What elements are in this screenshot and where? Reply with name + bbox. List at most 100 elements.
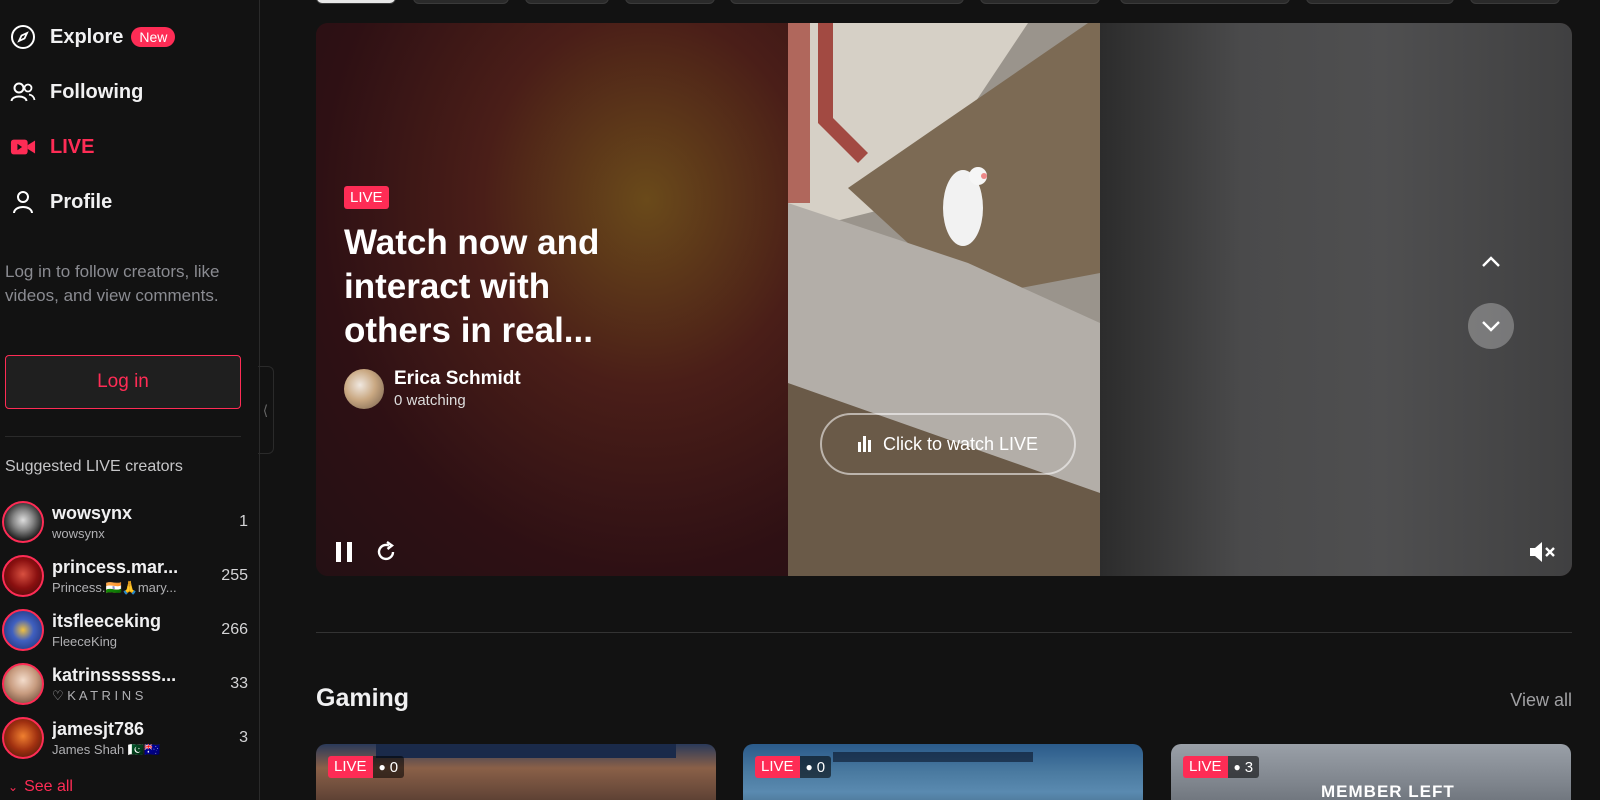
chevron-down-icon: ⌄: [8, 780, 19, 794]
category-chip[interactable]: [730, 0, 964, 4]
new-badge: New: [131, 27, 176, 47]
creator-viewer-count: 266: [221, 621, 248, 638]
video-scene: [788, 23, 1100, 576]
creator-username: jamesjt786: [52, 718, 145, 739]
creator-username: princess.mar...: [52, 556, 179, 577]
nav-profile-label: Profile: [50, 190, 113, 213]
creator-display-name: ♡ K A T R I N S: [52, 687, 144, 703]
pause-button[interactable]: [328, 536, 360, 568]
creator-display-name: FleeceKing: [52, 634, 118, 649]
live-video-preview[interactable]: Click to watch LIVE: [788, 23, 1100, 576]
live-hero: Click to watch LIVE LIVE Watch now and i…: [316, 23, 1572, 576]
creator-username: itsfleeceking: [52, 611, 162, 631]
person-icon: ●: [1233, 760, 1241, 774]
live-card[interactable]: LIVE ● 0: [743, 744, 1143, 800]
nav-live[interactable]: LIVE: [10, 127, 94, 167]
creator-item[interactable]: itsfleeceking FleeceKing 266: [2, 606, 248, 654]
see-all-link[interactable]: ⌄ See all: [8, 778, 73, 796]
person-icon: ●: [805, 760, 813, 774]
creator-display-name: wowsynx: [52, 526, 105, 541]
live-bars-icon: [857, 436, 873, 452]
viewer-count: ● 0: [799, 756, 832, 778]
creator-item[interactable]: jamesjt786 James Shah 🇵🇰🇦🇺 3: [2, 714, 248, 762]
chevron-down-icon: [1482, 321, 1500, 332]
host-info[interactable]: Erica Schmidt 0 watching: [344, 368, 521, 409]
sidebar-collapse-handle[interactable]: ⟨: [258, 366, 274, 454]
person-icon: ●: [378, 760, 386, 774]
category-chip[interactable]: [1470, 0, 1560, 4]
gaming-section-title: Gaming: [316, 684, 410, 712]
next-live-button[interactable]: [1468, 303, 1514, 349]
nav-following[interactable]: Following: [10, 72, 143, 112]
hero-blur-background: [1100, 23, 1572, 576]
avatar: [2, 663, 44, 705]
watch-live-button[interactable]: Click to watch LIVE: [820, 413, 1076, 475]
live-card[interactable]: LIVE ● 3 MEMBER LEFT: [1171, 744, 1571, 800]
creator-viewer-count: 1: [239, 513, 248, 530]
nav-profile[interactable]: Profile: [10, 182, 112, 222]
avatar: [2, 717, 44, 759]
live-badge: LIVE ● 0: [755, 756, 832, 778]
creator-display-name: James Shah 🇵🇰🇦🇺: [52, 741, 161, 757]
nav-explore[interactable]: Explore New: [10, 17, 176, 57]
category-chip[interactable]: [316, 0, 396, 4]
mute-button[interactable]: [1526, 536, 1558, 568]
suggested-title: Suggested LIVE creators: [5, 458, 183, 475]
creator-username: katrinssssss...: [52, 664, 177, 685]
refresh-icon: [377, 541, 395, 561]
nav-live-label: LIVE: [50, 135, 95, 158]
creator-viewer-count: 33: [230, 675, 248, 692]
login-hint: Log in to follow creators, like videos, …: [5, 262, 220, 305]
category-chip[interactable]: [1120, 0, 1290, 4]
creator-item[interactable]: katrinssssss... ♡ K A T R I N S 33: [2, 660, 248, 708]
category-chip[interactable]: [625, 0, 715, 4]
host-avatar: [344, 368, 384, 409]
gaming-view-all-link[interactable]: View all: [1510, 690, 1572, 711]
live-label: LIVE: [1183, 756, 1228, 778]
compass-icon: [10, 24, 36, 50]
hero-title: Watch now and interact with others in re…: [344, 223, 600, 350]
watch-live-label: Click to watch LIVE: [882, 433, 1039, 454]
muted-speaker-icon: [1530, 542, 1555, 562]
game-hud: [376, 744, 676, 758]
creator-display-name: Princess.🇮🇳🙏mary...: [52, 579, 177, 595]
live-card[interactable]: LIVE ● 0: [316, 744, 716, 800]
creator-username: wowsynx: [52, 503, 133, 523]
person-icon: [10, 189, 36, 215]
live-badge: LIVE ● 0: [328, 756, 405, 778]
avatar: [2, 555, 44, 597]
sidebar-divider: [5, 436, 241, 437]
section-divider: [316, 632, 1572, 633]
live-tag: LIVE: [344, 186, 389, 209]
category-chip[interactable]: [980, 0, 1100, 4]
nav-explore-label: Explore: [50, 25, 124, 48]
nav-following-label: Following: [50, 80, 144, 103]
live-label: LIVE: [328, 756, 373, 778]
pause-icon: [336, 542, 352, 562]
creator-viewer-count: 255: [221, 567, 248, 584]
viewer-count: ● 3: [1227, 756, 1260, 778]
category-chip[interactable]: [1306, 0, 1454, 4]
host-watching-count: 0 watching: [394, 392, 466, 409]
chevron-left-icon: ⟨: [262, 401, 269, 418]
avatar: [2, 609, 44, 651]
host-name: Erica Schmidt: [394, 368, 521, 389]
viewer-count-value: 0: [389, 758, 399, 776]
sidebar: Explore New Following LIVE Profile Log i…: [0, 0, 260, 800]
chevron-up-icon: [1482, 256, 1500, 267]
creator-viewer-count: 3: [239, 729, 248, 746]
creator-item[interactable]: wowsynx wowsynx 1: [2, 498, 248, 546]
login-button[interactable]: Log in: [5, 355, 241, 409]
creator-item[interactable]: princess.mar... Princess.🇮🇳🙏mary... 255: [2, 552, 248, 600]
refresh-button[interactable]: [370, 536, 402, 568]
category-chip[interactable]: [525, 0, 609, 4]
people-icon: [10, 79, 36, 105]
viewer-count-value: 3: [1244, 758, 1254, 776]
avatar: [2, 501, 44, 543]
live-badge: LIVE ● 3: [1183, 756, 1260, 778]
game-hud: [833, 752, 1033, 762]
viewer-count: ● 0: [372, 756, 405, 778]
previous-live-button[interactable]: [1468, 239, 1514, 285]
category-chip[interactable]: [413, 0, 509, 4]
live-camera-icon: [10, 134, 36, 160]
